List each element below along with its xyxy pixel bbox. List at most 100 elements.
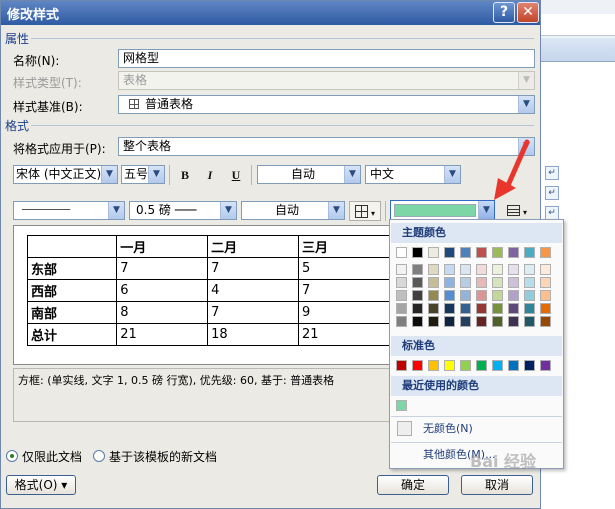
- no-color-option[interactable]: 无颜色(N): [391, 418, 562, 440]
- standard-color-swatch[interactable]: [412, 360, 423, 371]
- recent-color-swatch[interactable]: [396, 400, 407, 411]
- line-width-select[interactable]: 0.5 磅 ─── ▼: [129, 201, 237, 220]
- theme-shade-swatch[interactable]: [492, 303, 503, 314]
- theme-color-swatch[interactable]: [412, 247, 423, 258]
- theme-shade-swatch[interactable]: [460, 264, 471, 275]
- theme-shade-swatch[interactable]: [524, 264, 535, 275]
- cancel-button[interactable]: 取消: [461, 475, 533, 495]
- language-value: 中文: [370, 167, 395, 181]
- font-color-select[interactable]: 自动 ▼: [257, 165, 361, 184]
- standard-color-swatch[interactable]: [396, 360, 407, 371]
- shading-color-select[interactable]: ▼: [390, 200, 495, 221]
- theme-shade-swatch[interactable]: [476, 303, 487, 314]
- theme-shade-swatch[interactable]: [508, 303, 519, 314]
- standard-color-swatch[interactable]: [476, 360, 487, 371]
- theme-shade-swatch[interactable]: [444, 316, 455, 327]
- new-docs-from-template-label[interactable]: 基于该模板的新文档: [109, 448, 217, 465]
- theme-shade-swatch[interactable]: [396, 316, 407, 327]
- theme-shade-swatch[interactable]: [428, 264, 439, 275]
- theme-color-swatch[interactable]: [428, 247, 439, 258]
- format-menu-button[interactable]: 格式(O) ▾: [6, 475, 76, 495]
- ok-button[interactable]: 确定: [377, 475, 449, 495]
- theme-shade-swatch[interactable]: [476, 316, 487, 327]
- theme-shade-swatch[interactable]: [412, 277, 423, 288]
- apply-to-label: 将格式应用于(P):: [13, 142, 106, 156]
- italic-button[interactable]: I: [199, 165, 221, 185]
- borders-button[interactable]: ▾: [349, 201, 381, 221]
- theme-color-swatch[interactable]: [540, 247, 551, 258]
- theme-shade-swatch[interactable]: [492, 290, 503, 301]
- theme-shade-swatch[interactable]: [524, 290, 535, 301]
- language-select[interactable]: 中文 ▼: [365, 165, 461, 184]
- theme-shade-swatch[interactable]: [476, 290, 487, 301]
- theme-shade-swatch[interactable]: [540, 277, 551, 288]
- theme-shade-swatch[interactable]: [396, 290, 407, 301]
- theme-shade-swatch[interactable]: [508, 277, 519, 288]
- theme-color-swatch[interactable]: [492, 247, 503, 258]
- theme-shade-swatch[interactable]: [540, 290, 551, 301]
- theme-shade-swatch[interactable]: [412, 303, 423, 314]
- bold-button[interactable]: B: [174, 165, 196, 185]
- theme-shade-swatch[interactable]: [428, 303, 439, 314]
- theme-color-swatch[interactable]: [444, 247, 455, 258]
- theme-shade-swatch[interactable]: [540, 316, 551, 327]
- apply-to-select[interactable]: 整个表格 ▼: [118, 137, 535, 156]
- base-style-select[interactable]: 普通表格 ▼: [118, 95, 535, 114]
- font-select[interactable]: 宋体 (中文正文) ▼: [13, 165, 118, 184]
- close-button[interactable]: ✕: [517, 2, 539, 23]
- standard-color-swatch[interactable]: [540, 360, 551, 371]
- theme-shade-swatch[interactable]: [460, 277, 471, 288]
- standard-color-swatch[interactable]: [444, 360, 455, 371]
- theme-shade-swatch[interactable]: [540, 303, 551, 314]
- theme-color-swatch[interactable]: [524, 247, 535, 258]
- theme-shade-swatch[interactable]: [460, 316, 471, 327]
- theme-shade-swatch[interactable]: [524, 316, 535, 327]
- theme-shade-swatch[interactable]: [508, 316, 519, 327]
- help-button[interactable]: ?: [493, 2, 515, 23]
- theme-color-swatch[interactable]: [396, 247, 407, 258]
- theme-shade-swatch[interactable]: [396, 277, 407, 288]
- font-size-select[interactable]: 五号 ▼: [121, 165, 165, 184]
- theme-shade-swatch[interactable]: [428, 277, 439, 288]
- theme-shade-swatch[interactable]: [540, 264, 551, 275]
- theme-shade-swatch[interactable]: [492, 277, 503, 288]
- theme-shade-swatch[interactable]: [428, 316, 439, 327]
- theme-color-swatch[interactable]: [476, 247, 487, 258]
- theme-shade-swatch[interactable]: [508, 264, 519, 275]
- theme-shade-swatch[interactable]: [444, 303, 455, 314]
- theme-shade-swatch[interactable]: [476, 264, 487, 275]
- theme-shade-swatch[interactable]: [476, 277, 487, 288]
- table-cell: 18: [207, 323, 300, 346]
- theme-shade-swatch[interactable]: [412, 290, 423, 301]
- underline-button[interactable]: U: [225, 165, 247, 185]
- theme-shade-swatch[interactable]: [444, 264, 455, 275]
- standard-color-swatch[interactable]: [492, 360, 503, 371]
- theme-shade-swatch[interactable]: [524, 277, 535, 288]
- theme-shade-swatch[interactable]: [396, 264, 407, 275]
- theme-shade-swatch[interactable]: [412, 264, 423, 275]
- theme-shade-swatch[interactable]: [396, 303, 407, 314]
- theme-shade-swatch[interactable]: [460, 290, 471, 301]
- theme-shade-swatch[interactable]: [460, 303, 471, 314]
- theme-color-swatch[interactable]: [460, 247, 471, 258]
- theme-shade-swatch[interactable]: [444, 290, 455, 301]
- theme-shade-swatch[interactable]: [508, 290, 519, 301]
- new-docs-from-template-radio[interactable]: [93, 450, 105, 462]
- theme-shade-swatch[interactable]: [492, 264, 503, 275]
- properties-section-title: 属性: [5, 32, 30, 46]
- standard-color-swatch[interactable]: [508, 360, 519, 371]
- standard-color-swatch[interactable]: [524, 360, 535, 371]
- name-input[interactable]: 网格型: [118, 49, 535, 68]
- only-this-document-radio[interactable]: [6, 450, 18, 462]
- theme-shade-swatch[interactable]: [428, 290, 439, 301]
- theme-shade-swatch[interactable]: [444, 277, 455, 288]
- theme-shade-swatch[interactable]: [492, 316, 503, 327]
- standard-color-swatch[interactable]: [428, 360, 439, 371]
- standard-color-swatch[interactable]: [460, 360, 471, 371]
- only-this-document-label[interactable]: 仅限此文档: [22, 448, 82, 465]
- theme-shade-swatch[interactable]: [412, 316, 423, 327]
- theme-color-swatch[interactable]: [508, 247, 519, 258]
- line-style-select[interactable]: ──────── ▼: [13, 201, 125, 220]
- theme-shade-swatch[interactable]: [524, 303, 535, 314]
- border-color-select[interactable]: 自动 ▼: [241, 201, 345, 220]
